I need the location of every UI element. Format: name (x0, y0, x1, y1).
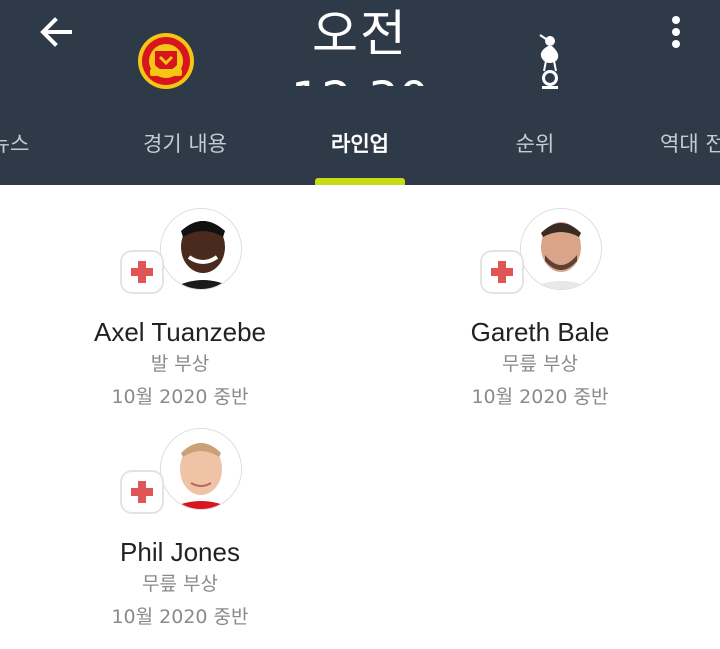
player-expected-return: 10월 2020 중반 (471, 386, 609, 408)
kickoff-time: 오전 12:30 (230, 0, 490, 86)
tottenham-crest-icon (539, 34, 559, 89)
home-team-crest[interactable] (131, 30, 201, 92)
player-photo (161, 209, 241, 289)
player-avatar-group (120, 208, 242, 308)
back-button[interactable] (30, 8, 82, 56)
avatar (160, 208, 242, 290)
player-injury-type: 발 부상 (150, 353, 210, 375)
tab-match-details[interactable]: 경기 내용 (120, 100, 250, 185)
player-injury-type: 무릎 부상 (502, 353, 578, 375)
player-injury-type: 무릎 부상 (142, 573, 218, 595)
player-name: Phil Jones (120, 537, 240, 567)
medical-cross-icon (131, 261, 153, 283)
avatar (160, 428, 242, 510)
player-name: Axel Tuanzebe (93, 317, 266, 347)
injured-player-card[interactable]: Gareth Bale 무릎 부상 10월 2020 중반 (390, 208, 690, 414)
kickoff-clock: 12:30 (230, 72, 490, 86)
match-tabs: 뉴스 경기 내용 라인업 순위 역대 전적 (0, 100, 720, 185)
tab-lineup[interactable]: 라인업 (300, 100, 420, 185)
medical-cross-icon (491, 261, 513, 283)
injured-player-card[interactable]: Phil Jones 무릎 부상 10월 2020 중반 (30, 428, 330, 634)
medical-cross-icon (131, 481, 153, 503)
more-vertical-icon (672, 16, 680, 48)
player-name: Gareth Bale (470, 317, 610, 347)
tab-standings[interactable]: 순위 (480, 100, 590, 185)
player-photo (521, 209, 601, 289)
player-avatar-group (480, 208, 602, 308)
active-tab-indicator (315, 178, 405, 185)
player-avatar-group (120, 428, 242, 528)
injury-badge (122, 472, 162, 512)
injury-badge (122, 252, 162, 292)
tab-news[interactable]: 뉴스 (0, 100, 60, 185)
away-team-crest[interactable] (515, 30, 585, 92)
player-photo (161, 429, 241, 509)
more-options-button[interactable] (656, 8, 696, 56)
injured-player-card[interactable]: Axel Tuanzebe 발 부상 10월 2020 중반 (30, 208, 330, 414)
arrow-left-icon (40, 17, 72, 47)
player-expected-return: 10월 2020 중반 (111, 386, 249, 408)
tab-head-to-head[interactable]: 역대 전적 (660, 100, 720, 185)
avatar (520, 208, 602, 290)
injury-badge (482, 252, 522, 292)
match-header: 오전 12:30 뉴스 경기 내용 라인업 순위 역대 전적 (0, 0, 720, 185)
kickoff-period: 오전 (312, 5, 408, 63)
player-expected-return: 10월 2020 중반 (111, 606, 249, 628)
manchester-united-crest-icon (138, 33, 194, 89)
